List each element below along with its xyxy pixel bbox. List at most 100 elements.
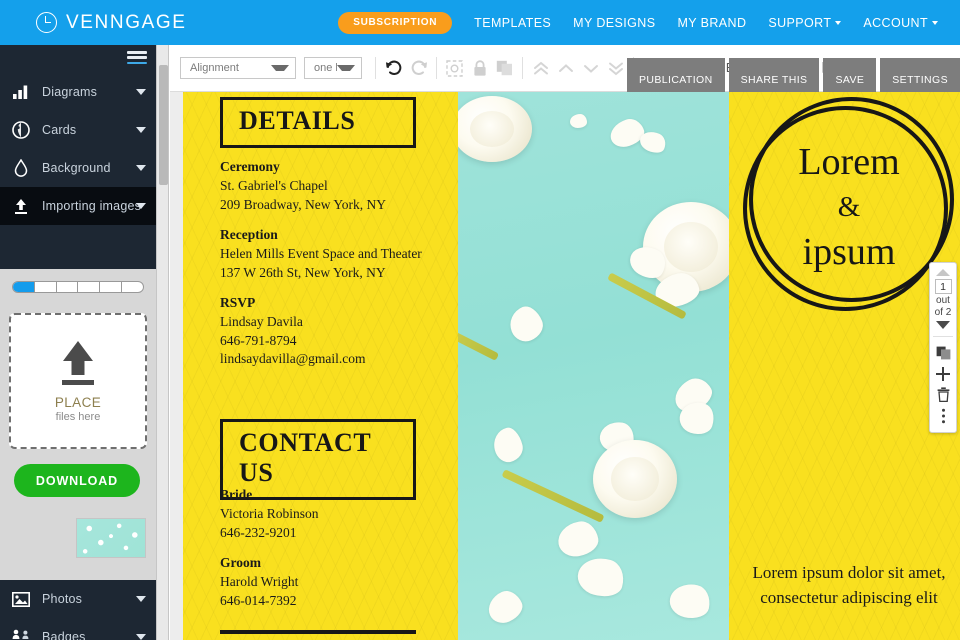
nav-item-support-label: SUPPORT	[768, 15, 832, 30]
sidebar-item-cards[interactable]: Cards	[0, 111, 156, 149]
add-page-icon[interactable]	[932, 363, 954, 384]
progress-segment	[35, 282, 57, 292]
bring-forward-icon[interactable]	[553, 56, 578, 80]
sidebar-scrollbar-thumb[interactable]	[159, 65, 168, 185]
sidebar-item-badges[interactable]: Badges	[0, 618, 156, 640]
sidebar-item-photos-label: Photos	[42, 592, 83, 606]
hamburger-icon[interactable]	[127, 51, 147, 67]
nav-item-my-designs-label: MY DESIGNS	[573, 15, 656, 30]
rsvp-block[interactable]: RSVP Lindsay Davila 646-791-8794 lindsay…	[220, 295, 366, 369]
upload-arrow-icon	[62, 341, 94, 385]
send-to-back-icon[interactable]	[603, 56, 628, 80]
design-canvas[interactable]: DETAILS Ceremony St. Gabriel's Chapel 20…	[170, 92, 960, 640]
circle-lorem-line-1: Lorem	[798, 141, 900, 183]
more-options-icon[interactable]	[932, 405, 954, 426]
sidebar-item-diagrams-label: Diagrams	[42, 85, 98, 99]
nav-item-my-brand[interactable]: MY BRAND	[677, 16, 746, 30]
redo-icon[interactable]	[406, 56, 431, 80]
chevron-down-icon	[136, 203, 146, 209]
page-controls-divider	[933, 336, 953, 337]
petal-shape	[573, 552, 629, 602]
circle-lorem-line-3: ipsum	[802, 231, 896, 273]
uploaded-image-thumbnail[interactable]	[76, 518, 146, 558]
sidebar-item-photos[interactable]: Photos	[0, 580, 156, 618]
chevron-down-icon	[136, 634, 146, 640]
nav-item-templates[interactable]: TEMPLATES	[474, 16, 551, 30]
upload-icon	[10, 196, 32, 216]
sidebar-item-diagrams[interactable]: Diagrams	[0, 73, 156, 111]
dropzone-title: PLACE	[54, 395, 102, 410]
reception-block[interactable]: Reception Helen Mills Event Space and Th…	[220, 227, 422, 282]
flower-shape	[458, 96, 532, 162]
bride-block[interactable]: Bride Victoria Robinson 646-232-9201	[220, 487, 319, 542]
ceremony-block[interactable]: Ceremony St. Gabriel's Chapel 209 Broadw…	[220, 159, 386, 214]
circle-lorem-line-2: &	[837, 191, 861, 223]
bottom-lorem-line-1: Lorem ipsum dolor sit amet,	[752, 563, 946, 582]
crop-icon[interactable]	[442, 56, 467, 80]
toolbar-divider	[522, 57, 523, 79]
download-button[interactable]: DOWNLOAD	[14, 464, 140, 497]
details-panel[interactable]: DETAILS Ceremony St. Gabriel's Chapel 20…	[183, 92, 458, 640]
sidebar-bottom-group: Photos Badges Interactive	[0, 580, 156, 640]
details-header-text: DETAILS	[239, 106, 356, 135]
lorem-panel[interactable]: Lorem & ipsum Lorem ipsum dolor sit amet…	[729, 92, 960, 640]
rsvp-line-1: Lindsay Davila	[220, 314, 303, 329]
page-controls-panel: 1 out of 2	[929, 262, 957, 433]
ceremony-line-2: 209 Broadway, New York, NY	[220, 196, 386, 212]
circle-lorem-text[interactable]: Lorem & ipsum	[749, 140, 949, 275]
reception-line-1: Helen Mills Event Space and Theater	[220, 246, 422, 261]
bride-line-2: 646-232-9201	[220, 524, 297, 540]
alignment-select-value: Alignment	[190, 62, 239, 74]
nav-item-support[interactable]: SUPPORT	[768, 15, 842, 30]
sidebar-scrollbar[interactable]	[156, 45, 169, 640]
details-header-box[interactable]: DETAILS	[220, 97, 416, 148]
sidebar-item-background[interactable]: Background	[0, 149, 156, 187]
chevron-down-icon[interactable]	[936, 321, 950, 329]
toolbar-divider	[375, 57, 376, 79]
lock-icon[interactable]	[467, 56, 492, 80]
reception-heading: Reception	[220, 227, 278, 242]
hue-select-value: one hue	[314, 62, 337, 74]
bottom-lorem-text[interactable]: Lorem ipsum dolor sit amet, consectetur …	[735, 560, 960, 610]
bring-to-front-icon[interactable]	[528, 56, 553, 80]
petal-shape	[555, 518, 601, 560]
bar-chart-icon	[10, 82, 32, 102]
upload-progress-bar	[12, 281, 144, 293]
chevron-up-icon[interactable]	[936, 269, 950, 276]
delete-page-icon[interactable]	[932, 384, 954, 405]
top-nav-right: SUBSCRIPTION TEMPLATES MY DESIGNS MY BRA…	[338, 11, 948, 34]
hue-select[interactable]: one hue	[304, 57, 362, 79]
duplicate-page-icon[interactable]	[932, 342, 954, 363]
file-dropzone[interactable]: PLACE files here	[9, 313, 147, 449]
nav-item-my-designs[interactable]: MY DESIGNS	[573, 16, 655, 30]
droplet-icon	[10, 158, 32, 178]
rsvp-heading: RSVP	[220, 295, 256, 310]
reception-line-2: 137 W 26th St, New York, NY	[220, 264, 386, 280]
petal-shape	[666, 580, 714, 622]
sidebar-item-importing-images[interactable]: Importing images	[0, 187, 156, 225]
nav-item-templates-label: TEMPLATES	[474, 15, 552, 30]
bride-line-1: Victoria Robinson	[220, 506, 319, 521]
sidebar-header	[0, 45, 156, 73]
nav-item-account[interactable]: ACCOUNT	[863, 16, 938, 30]
duplicate-icon[interactable]	[492, 56, 517, 80]
wedding-flowers-photo[interactable]	[458, 92, 729, 640]
alignment-select[interactable]: Alignment	[180, 57, 296, 79]
progress-segment	[100, 282, 123, 292]
groom-block[interactable]: Groom Harold Wright 646-014-7392	[220, 555, 298, 610]
page-number-input[interactable]: 1	[934, 279, 952, 294]
dropzone-subtitle: files here	[55, 411, 101, 423]
brand-logo-group[interactable]: VENNGAGE	[36, 12, 187, 34]
toolbar-divider	[436, 57, 437, 79]
undo-icon[interactable]	[381, 56, 406, 80]
send-backward-icon[interactable]	[578, 56, 603, 80]
page-of-label: of 2	[934, 307, 952, 318]
progress-segment	[78, 282, 101, 292]
rsvp-line-2: 646-791-8794	[220, 332, 297, 348]
chevron-down-icon	[136, 127, 146, 133]
flower-shape	[593, 440, 677, 518]
subscription-button[interactable]: SUBSCRIPTION	[338, 11, 453, 34]
contact-header-text: CONTACT US	[239, 428, 371, 487]
groom-heading: Groom	[220, 555, 261, 570]
import-images-panel: PLACE files here DOWNLOAD	[0, 269, 156, 580]
